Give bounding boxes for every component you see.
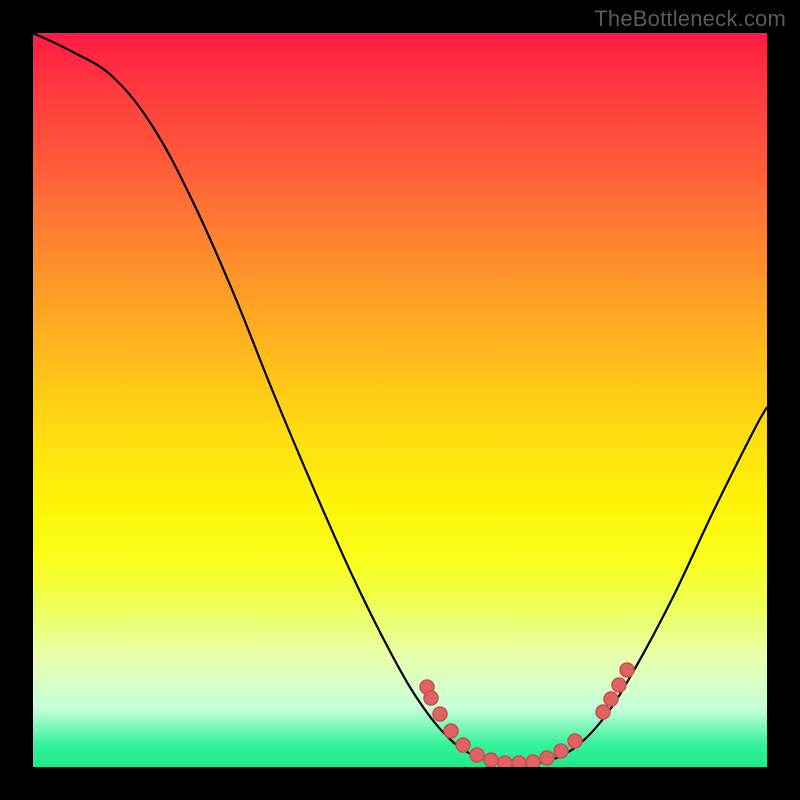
curve-marker bbox=[470, 748, 484, 762]
curve-marker bbox=[540, 751, 554, 765]
curve-marker bbox=[444, 724, 458, 738]
curve-marker bbox=[596, 705, 610, 719]
curve-marker bbox=[620, 663, 634, 677]
watermark-text: TheBottleneck.com bbox=[594, 6, 786, 32]
curve-marker bbox=[498, 756, 512, 767]
curve-marker bbox=[433, 707, 447, 721]
curve-marker bbox=[604, 692, 618, 706]
curve-marker bbox=[484, 753, 498, 767]
curve-marker bbox=[612, 678, 626, 692]
curve-marker bbox=[526, 755, 540, 767]
chart-container: TheBottleneck.com bbox=[0, 0, 800, 800]
plot-area bbox=[33, 33, 767, 767]
curve-marker bbox=[512, 756, 526, 767]
bottleneck-curve bbox=[33, 33, 767, 764]
curve-markers bbox=[420, 663, 634, 767]
curve-marker bbox=[456, 738, 470, 752]
chart-svg bbox=[33, 33, 767, 767]
curve-marker bbox=[568, 734, 582, 748]
curve-marker bbox=[554, 744, 568, 758]
curve-marker bbox=[424, 691, 438, 705]
